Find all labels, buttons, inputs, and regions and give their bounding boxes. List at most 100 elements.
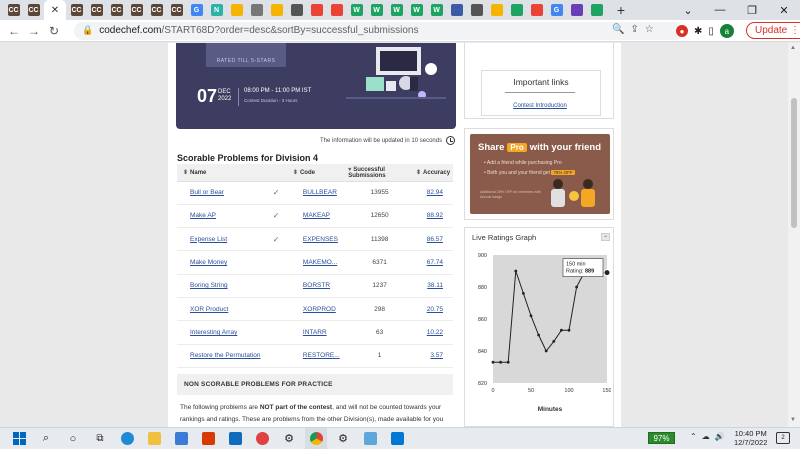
volume-icon[interactable]: 🔊 bbox=[715, 432, 725, 441]
store-icon[interactable] bbox=[170, 428, 192, 449]
problem-code-cell[interactable]: RESTORE... bbox=[286, 344, 347, 368]
reload-icon[interactable]: ↻ bbox=[44, 24, 64, 38]
network-icon[interactable]: ☁ bbox=[702, 432, 710, 441]
header-code[interactable]: ⬍ Code bbox=[286, 164, 347, 182]
problem-code-link[interactable]: MAKEMO... bbox=[303, 259, 337, 266]
problem-name-cell[interactable]: Make Money bbox=[177, 250, 266, 275]
problem-code-cell[interactable]: BULLBEAR bbox=[286, 181, 347, 205]
browser-tab[interactable]: CC bbox=[107, 2, 126, 18]
problem-code-cell[interactable]: EXPENSES bbox=[286, 227, 347, 252]
contest-introduction-link[interactable]: Contest Introduction bbox=[500, 103, 580, 109]
accuracy-cell[interactable]: 38.11 bbox=[413, 274, 453, 298]
browser-tab[interactable]: W bbox=[407, 2, 426, 18]
edge-icon[interactable] bbox=[116, 428, 138, 449]
problem-code-cell[interactable]: MAKEAP bbox=[286, 204, 347, 229]
profile-avatar[interactable]: a bbox=[719, 24, 734, 38]
problem-name-link[interactable]: Make AP bbox=[190, 212, 216, 219]
browser-tab[interactable] bbox=[587, 2, 606, 18]
mail-icon[interactable] bbox=[224, 428, 246, 449]
browser-tab[interactable]: CC bbox=[24, 2, 43, 18]
accuracy-cell[interactable]: 88.92 bbox=[413, 204, 453, 229]
update-button[interactable]: Update ⋮ bbox=[746, 22, 800, 39]
media-icon[interactable] bbox=[251, 428, 273, 449]
browser-tab[interactable]: W bbox=[367, 2, 386, 18]
header-submissions[interactable]: ▾ Successful Submissions bbox=[346, 164, 414, 182]
browser-tab[interactable]: CC bbox=[87, 2, 106, 18]
back-icon[interactable]: ← bbox=[4, 24, 24, 38]
accuracy-cell[interactable]: 20.75 bbox=[413, 297, 453, 322]
page-scrollbar[interactable]: ▲ ▼ bbox=[788, 43, 800, 427]
accuracy-link[interactable]: 38.11 bbox=[427, 282, 443, 289]
problem-name-cell[interactable]: XOR Product bbox=[177, 297, 266, 322]
close-tab-icon[interactable]: ✕ bbox=[51, 5, 59, 16]
problem-code-cell[interactable]: BORSTR bbox=[286, 274, 347, 298]
accuracy-link[interactable]: 88.92 bbox=[427, 212, 443, 219]
battery-indicator[interactable]: 97% bbox=[648, 432, 675, 444]
new-tab-button[interactable]: + bbox=[611, 2, 631, 18]
accuracy-cell[interactable]: 3.57 bbox=[413, 344, 453, 368]
problem-code-link[interactable]: MAKEAP bbox=[303, 212, 330, 219]
header-accuracy[interactable]: ⬍ Accuracy bbox=[413, 164, 453, 182]
browser-tab[interactable] bbox=[527, 2, 546, 18]
problem-name-link[interactable]: Restore the Permutation bbox=[190, 352, 260, 359]
accuracy-cell[interactable]: 86.57 bbox=[413, 227, 453, 252]
browser-tab[interactable]: G bbox=[547, 2, 566, 18]
browser-tab[interactable] bbox=[307, 2, 326, 18]
collapse-button[interactable]: − bbox=[601, 233, 610, 241]
problem-name-link[interactable]: Interesting Array bbox=[190, 329, 237, 336]
browser-tab[interactable]: CC bbox=[4, 2, 23, 18]
cortana-icon[interactable]: ○ bbox=[62, 428, 84, 449]
taskbar-clock[interactable]: 10:40 PM 12/7/2022 bbox=[734, 429, 767, 447]
browser-tab[interactable]: W bbox=[427, 2, 446, 18]
browser-tab[interactable]: CC bbox=[147, 2, 166, 18]
problem-code-cell[interactable]: MAKEMO... bbox=[286, 250, 347, 275]
puzzle-icon[interactable]: ✱ bbox=[694, 26, 702, 37]
side-panel-icon[interactable]: ▯ bbox=[708, 26, 714, 37]
accuracy-link[interactable]: 3.57 bbox=[430, 352, 443, 359]
browser-tab[interactable]: CC bbox=[67, 2, 86, 18]
browser-tab[interactable] bbox=[487, 2, 506, 18]
scroll-up-icon[interactable]: ▲ bbox=[790, 45, 796, 51]
scroll-down-icon[interactable]: ▼ bbox=[790, 417, 796, 423]
accuracy-cell[interactable]: 10.22 bbox=[413, 320, 453, 345]
search-icon[interactable]: ⌕ bbox=[35, 428, 57, 449]
problem-name-link[interactable]: Make Money bbox=[190, 259, 227, 266]
browser-tab[interactable]: ✕ bbox=[44, 0, 66, 20]
notification-center-icon[interactable]: 2 bbox=[776, 432, 790, 444]
office-icon[interactable] bbox=[197, 428, 219, 449]
problem-code-cell[interactable]: INTARR bbox=[286, 320, 347, 345]
accuracy-link[interactable]: 86.57 bbox=[427, 236, 443, 243]
minimize-icon[interactable]: — bbox=[704, 0, 736, 20]
problem-code-link[interactable]: INTARR bbox=[303, 329, 327, 336]
problem-name-link[interactable]: Expense List bbox=[190, 236, 227, 243]
browser-tab[interactable] bbox=[267, 2, 286, 18]
accuracy-link[interactable]: 67.74 bbox=[427, 259, 443, 266]
notepad-icon[interactable] bbox=[359, 428, 381, 449]
tray-chevron-icon[interactable]: ⌃ bbox=[690, 432, 697, 441]
problem-name-link[interactable]: Boring String bbox=[190, 282, 228, 289]
control-panel-icon[interactable]: ⚙ bbox=[332, 428, 354, 449]
problem-code-link[interactable]: RESTORE... bbox=[303, 352, 340, 359]
problem-code-link[interactable]: XORPROD bbox=[303, 306, 336, 313]
extension-icon[interactable]: ● bbox=[676, 25, 688, 37]
browser-tab[interactable]: W bbox=[347, 2, 366, 18]
vscode-icon[interactable] bbox=[386, 428, 408, 449]
problem-code-cell[interactable]: XORPROD bbox=[286, 297, 347, 322]
header-name[interactable]: ⬍ Name bbox=[177, 164, 287, 182]
browser-tab[interactable]: W bbox=[387, 2, 406, 18]
accuracy-link[interactable]: 20.75 bbox=[427, 306, 443, 313]
settings-app-icon[interactable]: ⚙ bbox=[278, 428, 300, 449]
browser-tab[interactable]: CC bbox=[167, 2, 186, 18]
restore-icon[interactable]: ❐ bbox=[736, 0, 768, 20]
zoom-icon[interactable]: 🔍 bbox=[612, 24, 624, 35]
problem-code-link[interactable]: EXPENSES bbox=[303, 236, 338, 243]
share-pro-banner[interactable]: Share Pro with your friend • Add a friend … bbox=[470, 134, 610, 214]
problem-code-link[interactable]: BULLBEAR bbox=[303, 189, 337, 196]
browser-tab[interactable] bbox=[327, 2, 346, 18]
browser-tab[interactable] bbox=[227, 2, 246, 18]
browser-tab[interactable] bbox=[507, 2, 526, 18]
browser-tab[interactable]: CC bbox=[127, 2, 146, 18]
close-window-icon[interactable]: ✕ bbox=[768, 0, 800, 20]
browser-tab[interactable]: N bbox=[207, 2, 226, 18]
chrome-icon[interactable] bbox=[305, 427, 327, 449]
